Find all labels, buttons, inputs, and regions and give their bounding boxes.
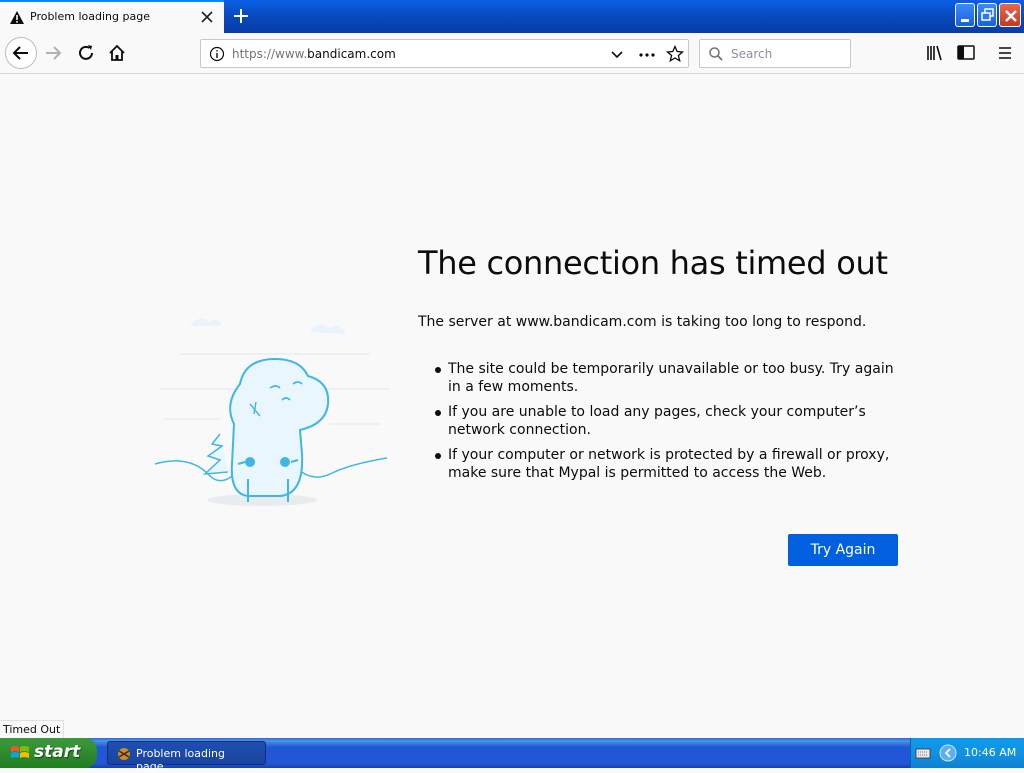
menu-hamburger-icon[interactable]	[990, 38, 1020, 68]
error-description: The server at www.bandicam.com is taking…	[418, 314, 867, 330]
warning-icon	[10, 11, 24, 24]
reload-icon[interactable]	[71, 38, 101, 68]
minimize-icon	[961, 19, 969, 22]
clock: 10:46 AM	[964, 746, 1017, 759]
search-input[interactable]: Search	[699, 39, 851, 68]
try-again-button[interactable]: Try Again	[788, 534, 898, 566]
windows-logo-icon	[11, 746, 29, 758]
start-label: start	[34, 742, 81, 762]
close-window-button[interactable]	[999, 3, 1021, 27]
search-icon	[709, 47, 723, 61]
browser-app-icon	[118, 748, 130, 760]
forward-arrow-icon[interactable]	[39, 38, 69, 68]
back-button[interactable]	[5, 37, 37, 69]
keyboard-icon[interactable]	[915, 746, 931, 760]
tab-problem-loading[interactable]: Problem loading page	[0, 0, 224, 33]
tab-strip: Problem loading page	[0, 0, 1024, 33]
list-item: The site could be temporarily unavailabl…	[435, 360, 908, 396]
restore-button[interactable]	[977, 3, 997, 27]
taskbar: start Problem loading page... 10:46 AM	[0, 738, 1024, 773]
list-item: If you are unable to load any pages, che…	[435, 403, 908, 439]
chevron-down-icon[interactable]	[609, 47, 625, 63]
status-bar-text: Timed Out	[0, 720, 65, 738]
error-heading: The connection has timed out	[418, 244, 888, 282]
start-button[interactable]: start	[0, 738, 97, 768]
taskbar-item-label: Problem loading page...	[136, 747, 225, 773]
restore-icon	[981, 8, 994, 21]
url-bar[interactable]: https://www.bandicam.com	[200, 39, 689, 68]
back-arrow-icon	[12, 46, 28, 60]
error-page: The connection has timed out The server …	[0, 74, 1024, 738]
page-actions-icon[interactable]	[638, 47, 656, 63]
error-reasons-list: The site could be temporarily unavailabl…	[435, 360, 908, 489]
site-info-icon[interactable]	[209, 46, 225, 62]
minimize-button[interactable]	[955, 3, 975, 27]
navigation-toolbar: https://www.bandicam.com Search	[0, 33, 1024, 74]
url-text: https://www.bandicam.com	[232, 47, 396, 61]
tray-expand-icon[interactable]	[939, 744, 957, 762]
tab-title: Problem loading page	[30, 10, 150, 23]
bookmark-star-icon[interactable]	[666, 45, 684, 63]
dino-unplugged-illustration	[154, 318, 390, 506]
search-placeholder: Search	[731, 47, 773, 61]
new-tab-icon[interactable]	[230, 4, 252, 28]
home-icon[interactable]	[102, 38, 132, 68]
taskbar-item-browser[interactable]: Problem loading page...	[107, 741, 266, 773]
library-icon[interactable]	[920, 38, 950, 68]
list-item: If your computer or network is protected…	[435, 446, 908, 482]
close-window-icon	[1005, 10, 1017, 22]
sidebar-toggle-icon[interactable]	[951, 38, 981, 68]
close-tab-icon[interactable]	[199, 8, 215, 26]
